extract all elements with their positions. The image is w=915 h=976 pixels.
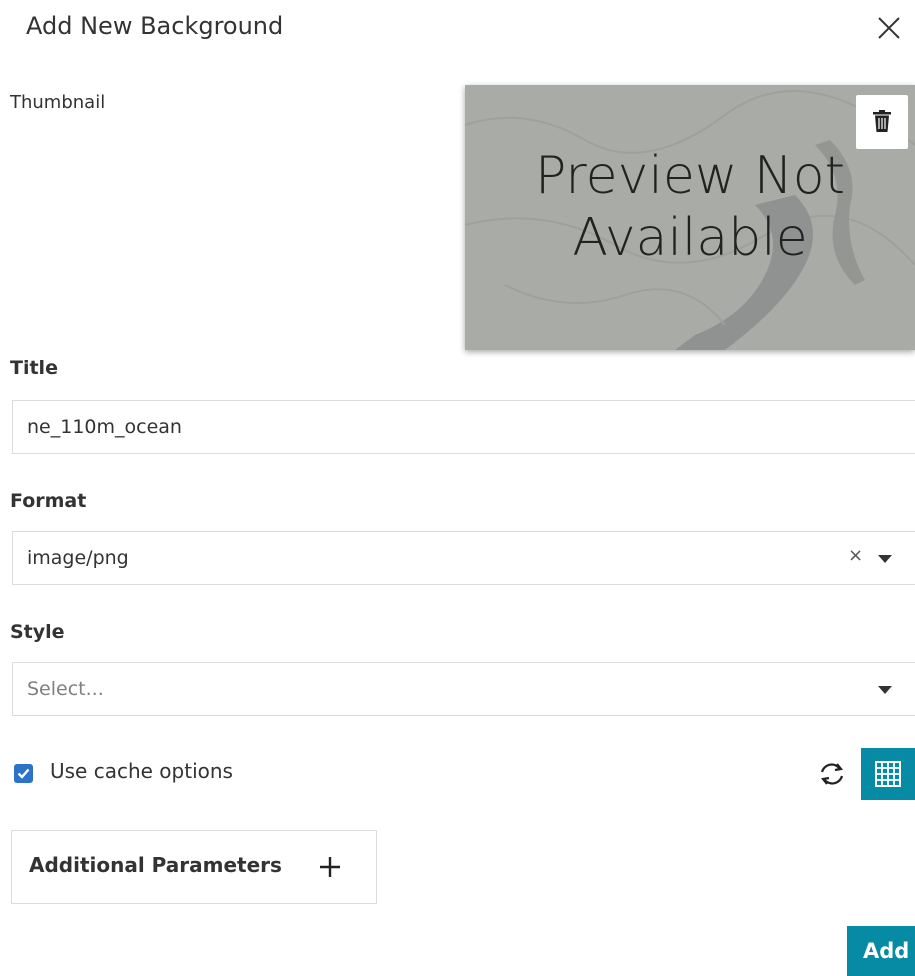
format-selected-value: image/png — [27, 547, 129, 569]
chevron-down-icon[interactable] — [878, 686, 892, 694]
add-button[interactable]: Add — [847, 926, 915, 976]
thumbnail-preview[interactable]: Preview Not Available — [465, 85, 915, 350]
plus-icon — [320, 857, 340, 877]
format-label: Format — [10, 490, 87, 512]
grid-icon — [875, 761, 901, 787]
trash-icon — [873, 110, 891, 132]
format-select[interactable]: image/png — [12, 531, 915, 585]
check-icon — [17, 768, 30, 779]
refresh-icon — [820, 763, 844, 785]
preview-not-available-text: Preview Not Available — [465, 145, 915, 269]
refresh-button[interactable] — [815, 757, 849, 791]
clear-icon[interactable]: × — [848, 545, 863, 566]
thumbnail-label: Thumbnail — [10, 92, 106, 113]
style-placeholder: Select... — [27, 678, 104, 700]
use-cache-checkbox[interactable] — [14, 764, 33, 783]
title-input[interactable]: ne_110m_ocean — [12, 400, 915, 454]
tile-grid-button[interactable] — [861, 748, 915, 800]
dialog-title: Add New Background — [26, 12, 284, 40]
additional-parameters-label: Additional Parameters — [29, 853, 282, 877]
close-icon — [878, 17, 900, 39]
additional-parameters-button[interactable]: Additional Parameters — [11, 830, 377, 904]
chevron-down-icon[interactable] — [878, 555, 892, 563]
style-label: Style — [10, 621, 65, 643]
close-button[interactable] — [871, 10, 907, 46]
preview-line-2: Available — [572, 208, 808, 268]
use-cache-label: Use cache options — [50, 759, 233, 783]
style-select[interactable]: Select... — [12, 662, 915, 716]
preview-line-1: Preview Not — [534, 146, 846, 206]
title-label: Title — [10, 357, 58, 379]
delete-thumbnail-button[interactable] — [856, 95, 908, 149]
